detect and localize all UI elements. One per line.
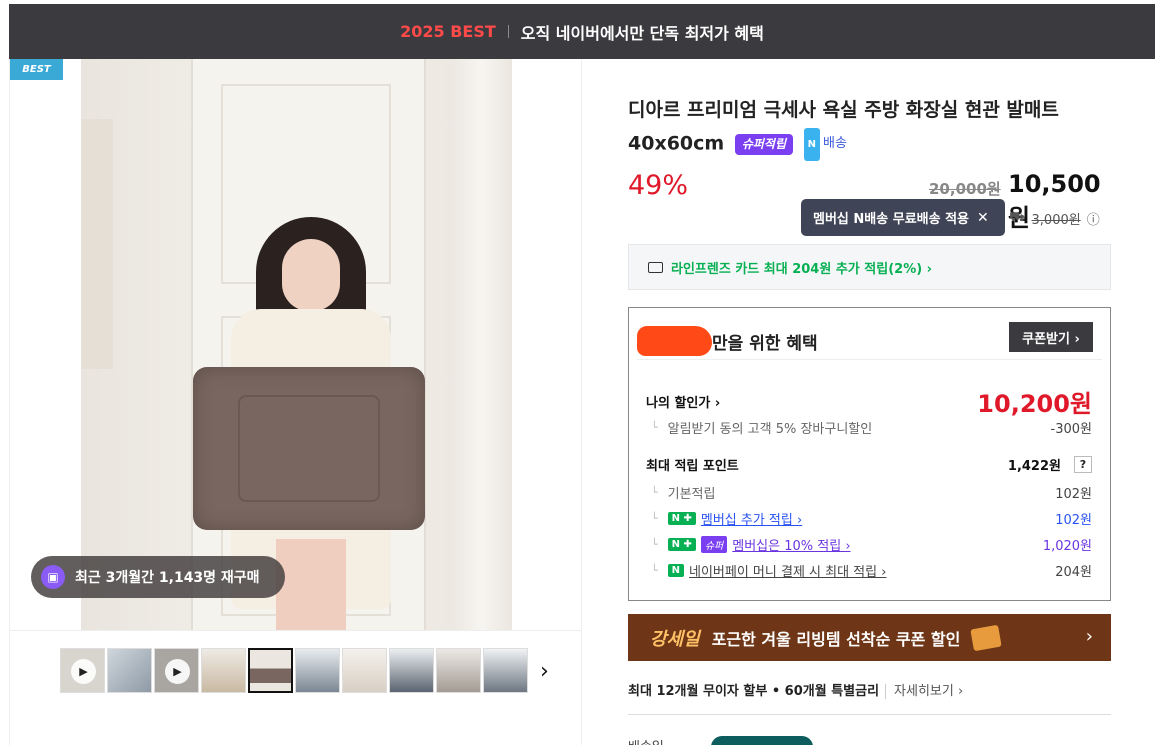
help-icon[interactable]: ?: [1074, 456, 1092, 473]
credit-card-icon: [648, 261, 663, 273]
repurchase-badge: ▣ 최근 3개월간 1,143명 재구매: [31, 556, 285, 598]
thumbnail-10[interactable]: [483, 648, 528, 693]
redacted-username: [637, 326, 712, 356]
naver-pay-icon: N: [667, 564, 684, 577]
super-points-badge: 슈퍼적립: [734, 133, 793, 155]
product-page: 2025 BEST 오직 네이버에서만 단독 최저가 혜택 BEST ▣ 최근 …: [0, 0, 1158, 745]
max-points-label: 최대 적립 포인트: [646, 459, 739, 474]
max-points-value: 1,422원: [1007, 459, 1061, 474]
photo-shelf: [81, 119, 113, 369]
thumbnail-video-1[interactable]: ▶: [60, 648, 105, 693]
repurchase-text: 최근 3개월간 1,143명 재구매: [75, 570, 260, 586]
play-icon: ▶: [165, 659, 190, 684]
super-points-row: N ✚ 슈퍼멤버십은 10% 적립 › 1,020원: [646, 535, 1092, 554]
alarm-discount-label: 알림받기 동의 고객 5% 장바구니할인: [646, 418, 873, 437]
original-price: 20,000원: [929, 180, 1001, 198]
super-points-value: 1,020원: [1042, 539, 1092, 554]
alarm-discount-value: -300원: [1050, 422, 1092, 437]
winter-sale-banner[interactable]: 강세일 포근한 겨울 리빙템 선착순 쿠폰 할인 ›: [628, 614, 1111, 661]
installment-info: 최대 12개월 무이자 할부 • 60개월 특별금리 자세히보기 ›: [628, 680, 964, 699]
best-year-label: 2025 BEST: [400, 22, 496, 41]
thumbnail-strip: ▶ ▶: [60, 648, 528, 693]
benefit-box: 만을 위한 혜택 쿠폰받기 › 나의 할인가 › 10,200원 알림받기 동의…: [628, 307, 1111, 601]
n-mark-icon: N: [803, 128, 820, 161]
basic-points-label: 기본적립: [646, 483, 716, 502]
shipping-tooltip: 멤버십 N배송 무료배송 적용 ✕: [801, 199, 1005, 236]
thumbnail-5-selected[interactable]: [248, 648, 293, 693]
truck-icon: ⛟: [1009, 210, 1026, 225]
shopping-bag-icon: ▣: [41, 565, 65, 589]
n-delivery-badge: N 배송: [803, 127, 847, 161]
thumbnail-4[interactable]: [201, 648, 246, 693]
banner-text: 포근한 겨울 리빙템 선착순 쿠폰 할인: [711, 629, 961, 649]
alarm-discount-row: 알림받기 동의 고객 5% 장바구니할인 -300원: [646, 418, 1092, 437]
max-points-row: 최대 적립 포인트 1,422원?: [646, 455, 1092, 474]
chevron-right-icon: ›: [1085, 626, 1093, 647]
photo-model-face: [282, 239, 340, 311]
product-title: 디아르 프리미엄 극세사 욕실 주방 화장실 현관 발매트 40x60cm 슈퍼…: [628, 94, 1111, 161]
my-price-row: 나의 할인가 › 10,200원: [646, 384, 1092, 419]
photo-curtain: [452, 59, 512, 630]
shipping-tooltip-text: 멤버십 N배송 무료배송 적용: [813, 212, 970, 227]
my-price-link[interactable]: 나의 할인가 ›: [646, 392, 720, 411]
thumbnail-next-arrow[interactable]: ›: [540, 659, 549, 684]
card-promo-box[interactable]: 라인프렌즈 카드 최대 204원 추가 적립(2%) ›: [628, 244, 1111, 290]
member-points-row: N ✚ 멤버십 추가 적립 › 102원: [646, 509, 1092, 528]
installment-more-link[interactable]: 자세히보기 ›: [885, 684, 964, 699]
member-points-group: N ✚ 멤버십 추가 적립 ›: [646, 509, 802, 528]
member-points-value: 102원: [1055, 513, 1092, 528]
coupon-gift-icon: [970, 624, 1003, 651]
shipping-old-fee: 3,000원: [1031, 213, 1081, 228]
n-plus-icon: N ✚: [667, 512, 696, 525]
discount-rate: 49%: [628, 170, 689, 201]
super-points-group: N ✚ 슈퍼멤버십은 10% 적립 ›: [646, 535, 851, 554]
shipping-fee: ▶ ⛟ 3,000원 ⓘ: [993, 209, 1100, 228]
play-icon: ▶: [71, 659, 96, 684]
gallery-panel: BEST ▣ 최근 3개월간 1,143명 재구매 ▶ ▶ ›: [9, 59, 582, 745]
thumbnail-video-3[interactable]: ▶: [154, 648, 199, 693]
thumbnail-8[interactable]: [389, 648, 434, 693]
basic-points-value: 102원: [1055, 487, 1092, 502]
photo-bath-mat: [193, 367, 425, 530]
card-promo-text: 라인프렌즈 카드 최대 204원 추가 적립(2%) ›: [671, 261, 933, 277]
super-icon: 슈퍼: [700, 536, 728, 553]
section-divider: [628, 714, 1111, 715]
benefit-title: 만을 위한 혜택: [712, 334, 818, 354]
main-product-photo[interactable]: [81, 59, 512, 630]
n-delivery-label: 배송: [823, 136, 847, 151]
thumbnail-2[interactable]: [107, 648, 152, 693]
thumbnail-divider: [10, 630, 581, 631]
n-plus-icon: N ✚: [667, 538, 696, 551]
benefit-header: 만을 위한 혜택 쿠폰받기 ›: [637, 320, 1102, 360]
my-price-value: 10,200원: [977, 390, 1092, 418]
photo-model-legs: [276, 539, 346, 630]
pay-points-group: N 네이버페이 머니 결제 시 최대 적립 ›: [646, 561, 886, 580]
member-points-link[interactable]: 멤버십 추가 적립 ›: [701, 509, 802, 528]
topbar-divider: [507, 25, 509, 38]
pay-points-link[interactable]: 네이버페이 머니 결제 시 최대 적립 ›: [689, 561, 886, 580]
info-icon[interactable]: ⓘ: [1087, 209, 1100, 228]
thumbnail-9[interactable]: [436, 648, 481, 693]
product-info-panel: 디아르 프리미엄 극세사 욕실 주방 화장실 현관 발매트 40x60cm 슈퍼…: [628, 0, 1111, 745]
delivery-date-label: 배송일: [628, 736, 664, 745]
close-icon[interactable]: ✕: [977, 210, 989, 226]
installment-text: 최대 12개월 무이자 할부 • 60개월 특별금리: [628, 684, 880, 699]
thumbnail-7[interactable]: [342, 648, 387, 693]
thumbnail-6[interactable]: [295, 648, 340, 693]
tooltip-pointer-icon: ▶: [993, 214, 1000, 223]
delivery-date-pill[interactable]: [711, 736, 813, 745]
max-points-group: 1,422원?: [1008, 455, 1092, 474]
best-tag: BEST: [10, 59, 63, 80]
pay-points-row: N 네이버페이 머니 결제 시 최대 적립 › 204원: [646, 561, 1092, 580]
banner-brand: 강세일: [650, 628, 700, 650]
coupon-button[interactable]: 쿠폰받기 ›: [1009, 322, 1093, 352]
super-points-link[interactable]: 멤버십은 10% 적립 ›: [732, 535, 850, 554]
pay-points-value: 204원: [1055, 565, 1092, 580]
basic-points-row: 기본적립 102원: [646, 483, 1092, 502]
